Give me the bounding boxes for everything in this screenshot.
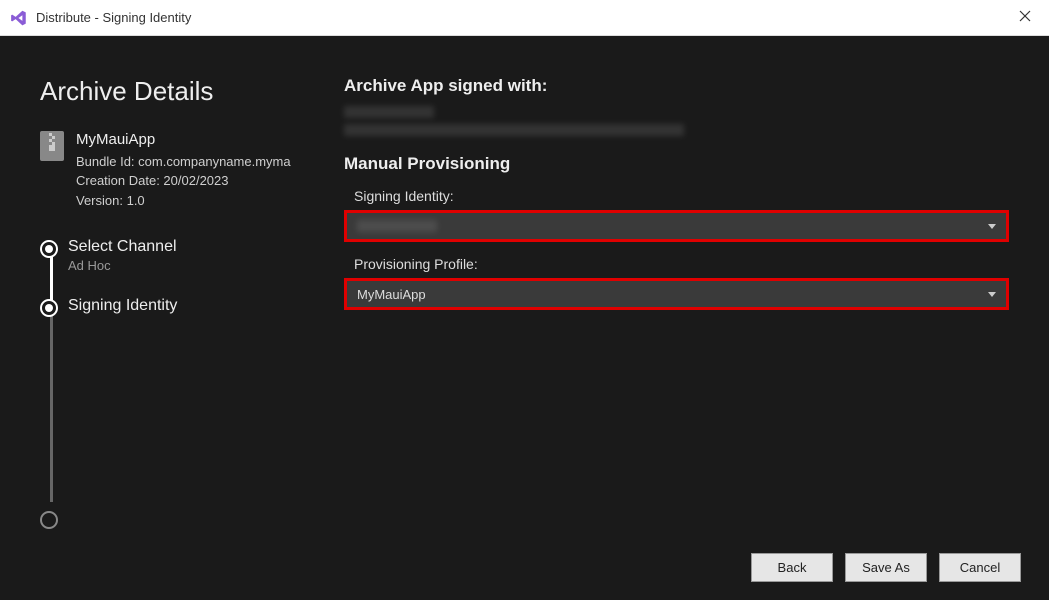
visual-studio-icon [10,9,28,27]
signed-with-heading: Archive App signed with: [344,76,1009,96]
signing-group: Signing Identity: Provisioning Profile: … [344,188,1009,310]
footer-buttons: Back Save As Cancel [751,553,1021,582]
bundle-id: Bundle Id: com.companyname.myma [76,152,291,172]
step-title: Select Channel [68,238,320,256]
titlebar: Distribute - Signing Identity [0,0,1049,36]
provisioning-profile-dropdown[interactable]: MyMauiApp [344,278,1009,310]
provisioning-profile-label: Provisioning Profile: [354,256,1009,272]
step-dot-filled-icon [40,299,58,317]
main-area: Archive Details MyMauiApp Bundle Id: com… [0,36,1049,600]
close-icon [1019,10,1031,22]
signing-identity-dropdown[interactable] [344,210,1009,242]
step-title: Signing Identity [68,297,320,315]
step-subtitle: Ad Hoc [68,258,320,273]
app-details: MyMauiApp Bundle Id: com.companyname.mym… [76,129,291,210]
left-column: Archive Details MyMauiApp Bundle Id: com… [40,76,320,600]
provisioning-profile-value: MyMauiApp [357,287,426,302]
app-name: MyMauiApp [76,129,291,152]
version: Version: 1.0 [76,191,291,211]
content: Archive Details MyMauiApp Bundle Id: com… [0,36,1049,600]
step-select-channel[interactable]: Select Channel Ad Hoc [68,238,320,273]
app-info: MyMauiApp Bundle Id: com.companyname.mym… [40,129,320,210]
cancel-button[interactable]: Cancel [939,553,1021,582]
manual-provisioning-heading: Manual Provisioning [344,154,1009,174]
step-dot-filled-icon [40,240,58,258]
archive-details-heading: Archive Details [40,76,320,107]
save-as-button[interactable]: Save As [845,553,927,582]
creation-date: Creation Date: 20/02/2023 [76,171,291,191]
step-list: Select Channel Ad Hoc Signing Identity [40,238,320,509]
signed-with-value-redacted [344,106,1009,136]
signing-identity-value-redacted [357,220,437,232]
chevron-down-icon [988,224,996,229]
titlebar-left: Distribute - Signing Identity [10,9,191,27]
step-signing-identity[interactable]: Signing Identity [68,297,320,315]
close-button[interactable] [1011,5,1039,31]
signing-identity-label: Signing Identity: [354,188,1009,204]
right-column: Archive App signed with: Manual Provisio… [344,76,1009,600]
back-button[interactable]: Back [751,553,833,582]
step-connector-dim [50,314,53,502]
step-dot-empty-icon [40,511,58,529]
window-title: Distribute - Signing Identity [36,10,191,25]
archive-file-icon [40,131,64,161]
chevron-down-icon [988,292,996,297]
step-spacer [68,339,320,509]
